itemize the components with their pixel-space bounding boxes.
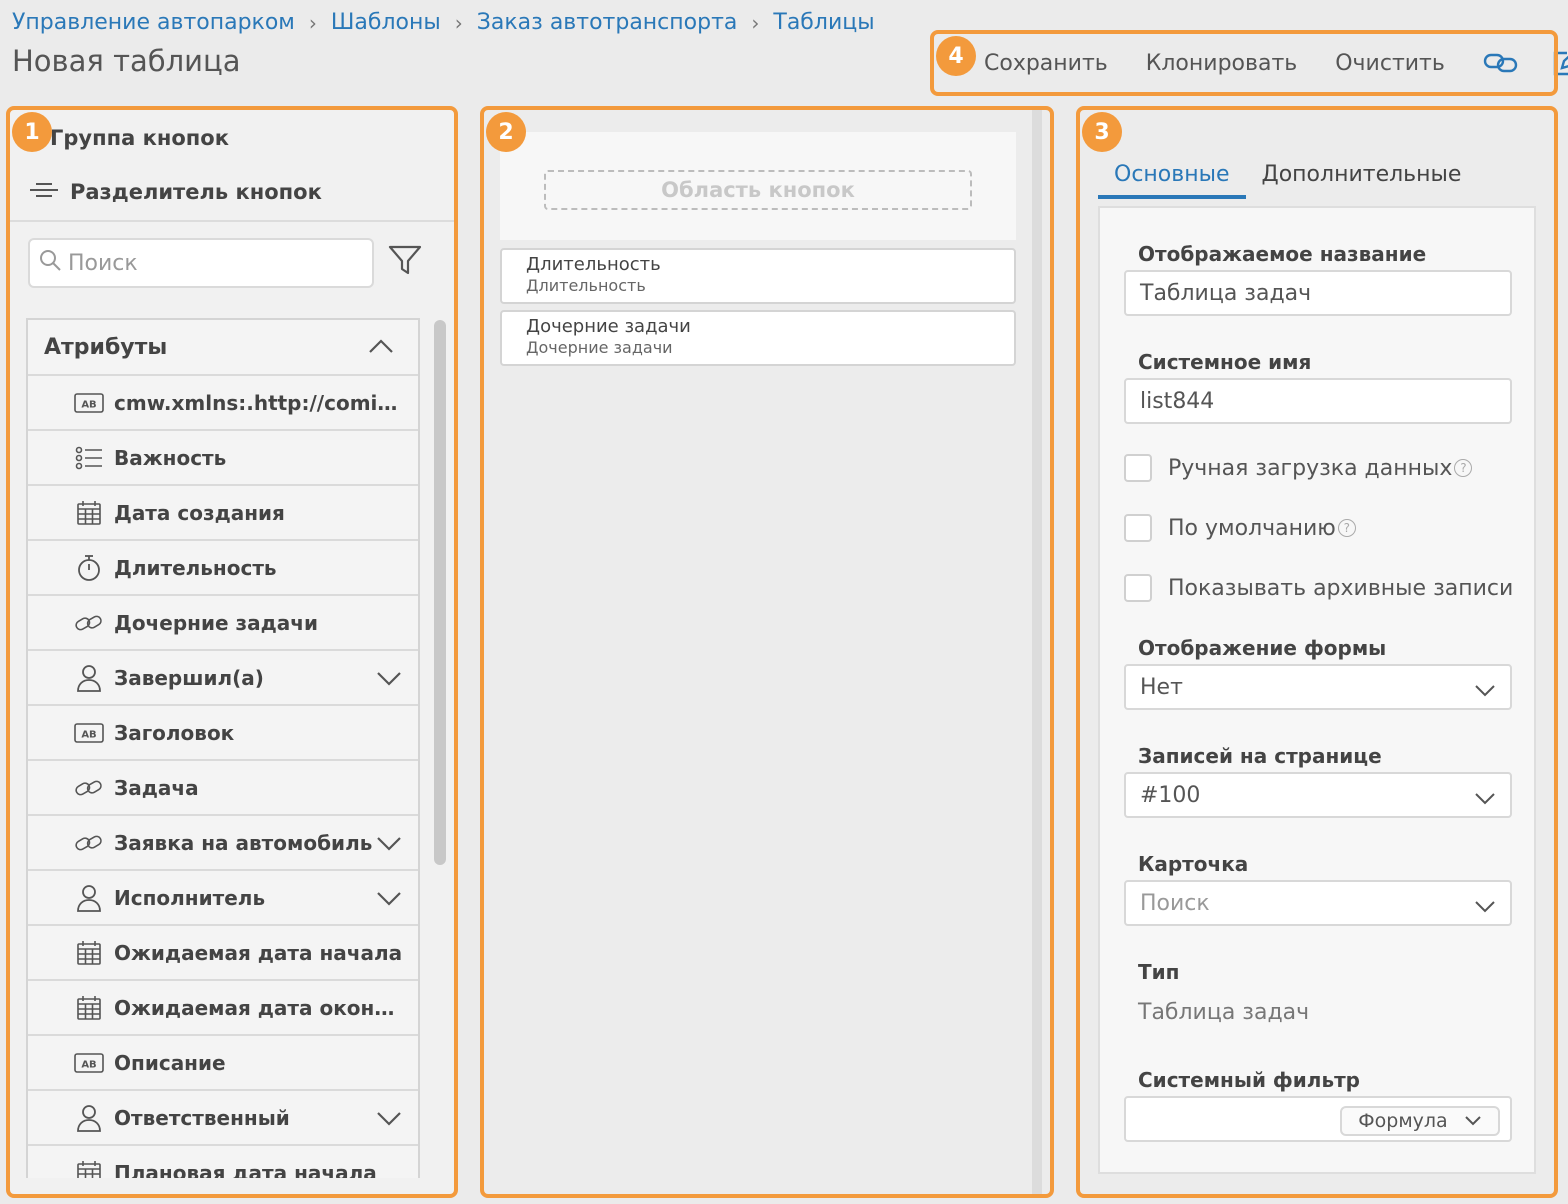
chevron-right-icon: › xyxy=(454,10,463,35)
badge-1: 1 xyxy=(12,112,52,152)
chevron-right-icon: › xyxy=(308,10,317,35)
marker-frame-3 xyxy=(1076,106,1558,1198)
breadcrumb-tables[interactable]: Таблицы xyxy=(773,10,874,35)
chevron-right-icon: › xyxy=(751,10,760,35)
page-title: Новая таблица xyxy=(12,44,241,78)
badge-4: 4 xyxy=(936,36,976,76)
breadcrumb: Управление автопарком › Шаблоны › Заказ … xyxy=(12,10,875,35)
marker-frame-4 xyxy=(930,30,1558,96)
badge-3: 3 xyxy=(1082,112,1122,152)
badge-2: 2 xyxy=(486,112,526,152)
breadcrumb-templates[interactable]: Шаблоны xyxy=(331,10,441,35)
breadcrumb-fleet[interactable]: Управление автопарком xyxy=(12,10,295,35)
marker-frame-2 xyxy=(480,106,1054,1198)
breadcrumb-order[interactable]: Заказ автотранспорта xyxy=(477,10,738,35)
marker-frame-1 xyxy=(6,106,458,1198)
